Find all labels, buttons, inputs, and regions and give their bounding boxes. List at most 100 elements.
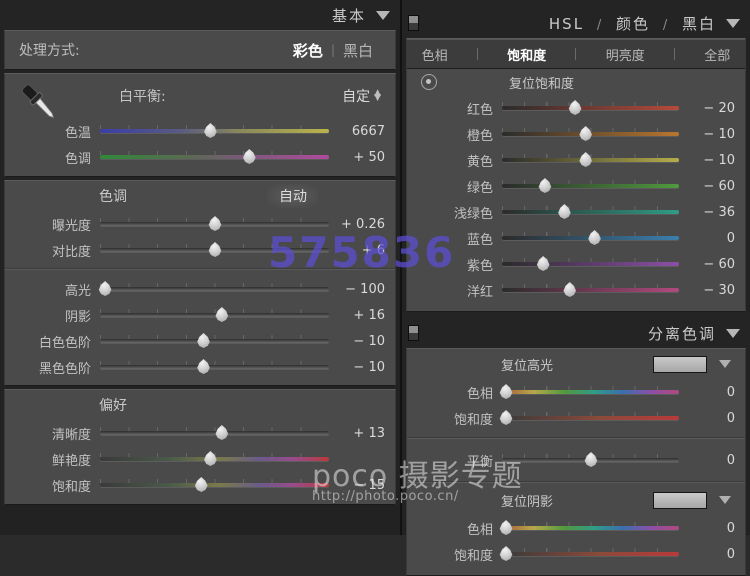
slider-track-blacks[interactable] <box>100 358 329 376</box>
slider-knob-hsl-purple[interactable] <box>536 256 551 271</box>
tab-saturation[interactable]: 饱和度 <box>507 45 546 64</box>
slider-track-hsl-aqua[interactable] <box>502 203 679 221</box>
slider-track-hsl-red[interactable] <box>502 99 679 117</box>
slider-value-hsl-aqua: − 36 <box>679 205 739 220</box>
slider-track-hsl-orange[interactable] <box>502 125 679 143</box>
target-adjust-icon[interactable] <box>421 74 437 90</box>
slider-knob-highlights[interactable] <box>98 281 113 296</box>
slider-knob-hsl-aqua[interactable] <box>557 204 572 219</box>
slider-row-shadows[interactable]: 阴影 + 16 <box>5 302 395 328</box>
slider-track-hsl-blue[interactable] <box>502 229 679 247</box>
slider-knob-contrast[interactable] <box>208 242 223 257</box>
slider-row-shadows-hue[interactable]: 色相 0 <box>407 515 745 541</box>
slider-row-hsl-green[interactable]: 绿色 − 60 <box>407 173 745 199</box>
slider-row-highlights[interactable]: 高光 − 100 <box>5 276 395 302</box>
panel-switch-icon[interactable] <box>408 15 419 31</box>
slider-knob-temperature[interactable] <box>203 123 218 138</box>
slider-row-hsl-orange[interactable]: 橙色 − 10 <box>407 121 745 147</box>
chevron-down-icon[interactable] <box>719 496 731 504</box>
eyedropper-icon[interactable] <box>15 78 61 126</box>
slider-track-highlights[interactable] <box>100 280 329 298</box>
slider-knob-blacks[interactable] <box>196 359 211 374</box>
treatment-option-bw[interactable]: 黑白 <box>335 40 381 61</box>
slider-track-shadows-sat[interactable] <box>502 545 679 563</box>
treatment-option-color[interactable]: 彩色 <box>285 40 331 61</box>
slider-knob-balance[interactable] <box>584 452 599 467</box>
hsl-reset-label[interactable]: 复位饱和度 <box>509 73 574 92</box>
slider-value-contrast: + 6 <box>329 243 389 258</box>
slider-row-temperature[interactable]: 色温 6667 <box>5 118 395 144</box>
panel-switch-icon[interactable] <box>408 325 419 341</box>
tab-luminance[interactable]: 明亮度 <box>606 45 645 64</box>
slider-row-blacks[interactable]: 黑色色阶 − 10 <box>5 354 395 380</box>
slider-row-balance[interactable]: 平衡 0 <box>407 447 745 473</box>
highlights-color-swatch[interactable] <box>653 356 707 373</box>
slider-track-exposure[interactable] <box>100 215 329 233</box>
chevron-down-icon[interactable] <box>726 19 740 28</box>
slider-row-exposure[interactable]: 曝光度 + 0.26 <box>5 211 395 237</box>
slider-row-hsl-aqua[interactable]: 浅绿色 − 36 <box>407 199 745 225</box>
track-fill <box>502 526 679 530</box>
split-shadows-label[interactable]: 复位阴影 <box>501 491 553 510</box>
auto-tone-button[interactable]: 自动 <box>267 184 319 208</box>
slider-knob-whites[interactable] <box>196 333 211 348</box>
tab-all[interactable]: 全部 <box>704 45 730 64</box>
slider-knob-hsl-green[interactable] <box>537 178 552 193</box>
shadows-color-swatch[interactable] <box>653 492 707 509</box>
slider-track-temperature[interactable] <box>100 122 329 140</box>
treatment-row: 处理方式: 彩色 | 黑白 <box>5 31 395 69</box>
split-toning-header[interactable]: 分离色调 <box>402 318 750 348</box>
slider-row-contrast[interactable]: 对比度 + 6 <box>5 237 395 263</box>
slider-row-hsl-magenta[interactable]: 洋红 − 30 <box>407 277 745 303</box>
slider-row-shadows-sat[interactable]: 饱和度 0 <box>407 541 745 567</box>
slider-track-clarity[interactable] <box>100 424 329 442</box>
chevron-down-icon[interactable] <box>726 329 740 338</box>
slider-knob-tint[interactable] <box>242 149 257 164</box>
slider-knob-shadows[interactable] <box>214 307 229 322</box>
stepper-up-down-icon[interactable]: ▲▼ <box>374 91 381 101</box>
slider-knob-hsl-red[interactable] <box>568 100 583 115</box>
slider-track-highlights-hue[interactable] <box>502 383 679 401</box>
white-balance-value[interactable]: 自定 ▲▼ <box>342 86 381 106</box>
slider-row-saturation[interactable]: 饱和度 − 15 <box>5 472 395 498</box>
slider-row-tint[interactable]: 色调 + 50 <box>5 144 395 170</box>
slider-track-contrast[interactable] <box>100 241 329 259</box>
slider-knob-hsl-magenta[interactable] <box>562 282 577 297</box>
slider-row-hsl-red[interactable]: 红色 − 20 <box>407 95 745 121</box>
hsl-panel-header[interactable]: HSL / 颜色 / 黑白 <box>402 8 750 38</box>
slider-knob-saturation[interactable] <box>194 477 209 492</box>
slider-knob-exposure[interactable] <box>208 216 223 231</box>
slider-knob-vibrance[interactable] <box>203 451 218 466</box>
slider-track-hsl-yellow[interactable] <box>502 151 679 169</box>
slider-row-whites[interactable]: 白色色阶 − 10 <box>5 328 395 354</box>
basic-panel-header[interactable]: 基本 <box>0 0 400 30</box>
slider-row-hsl-yellow[interactable]: 黄色 − 10 <box>407 147 745 173</box>
slider-track-saturation[interactable] <box>100 476 329 494</box>
slider-row-highlights-sat[interactable]: 饱和度 0 <box>407 405 745 431</box>
slider-row-clarity[interactable]: 清晰度 + 13 <box>5 420 395 446</box>
slider-track-tint[interactable] <box>100 148 329 166</box>
slider-knob-hsl-blue[interactable] <box>587 230 602 245</box>
track-fill <box>502 288 679 292</box>
slider-track-hsl-purple[interactable] <box>502 255 679 273</box>
slider-knob-clarity[interactable] <box>214 425 229 440</box>
slider-track-hsl-green[interactable] <box>502 177 679 195</box>
slider-track-vibrance[interactable] <box>100 450 329 468</box>
slider-row-hsl-blue[interactable]: 蓝色 0 <box>407 225 745 251</box>
chevron-down-icon[interactable] <box>719 360 731 368</box>
slider-track-shadows[interactable] <box>100 306 329 324</box>
slider-knob-hsl-orange[interactable] <box>578 126 593 141</box>
slider-row-hsl-purple[interactable]: 紫色 − 60 <box>407 251 745 277</box>
chevron-down-icon[interactable] <box>376 11 390 20</box>
slider-track-whites[interactable] <box>100 332 329 350</box>
slider-track-hsl-magenta[interactable] <box>502 281 679 299</box>
tab-hue[interactable]: 色相 <box>422 45 448 64</box>
split-highlights-label[interactable]: 复位高光 <box>501 355 553 374</box>
slider-track-balance[interactable] <box>502 451 679 469</box>
slider-value-shadows: + 16 <box>329 308 389 323</box>
slider-knob-hsl-yellow[interactable] <box>578 152 593 167</box>
slider-track-highlights-sat[interactable] <box>502 409 679 427</box>
slider-row-vibrance[interactable]: 鲜艳度 <box>5 446 395 472</box>
slider-row-highlights-hue[interactable]: 色相 0 <box>407 379 745 405</box>
slider-track-shadows-hue[interactable] <box>502 519 679 537</box>
